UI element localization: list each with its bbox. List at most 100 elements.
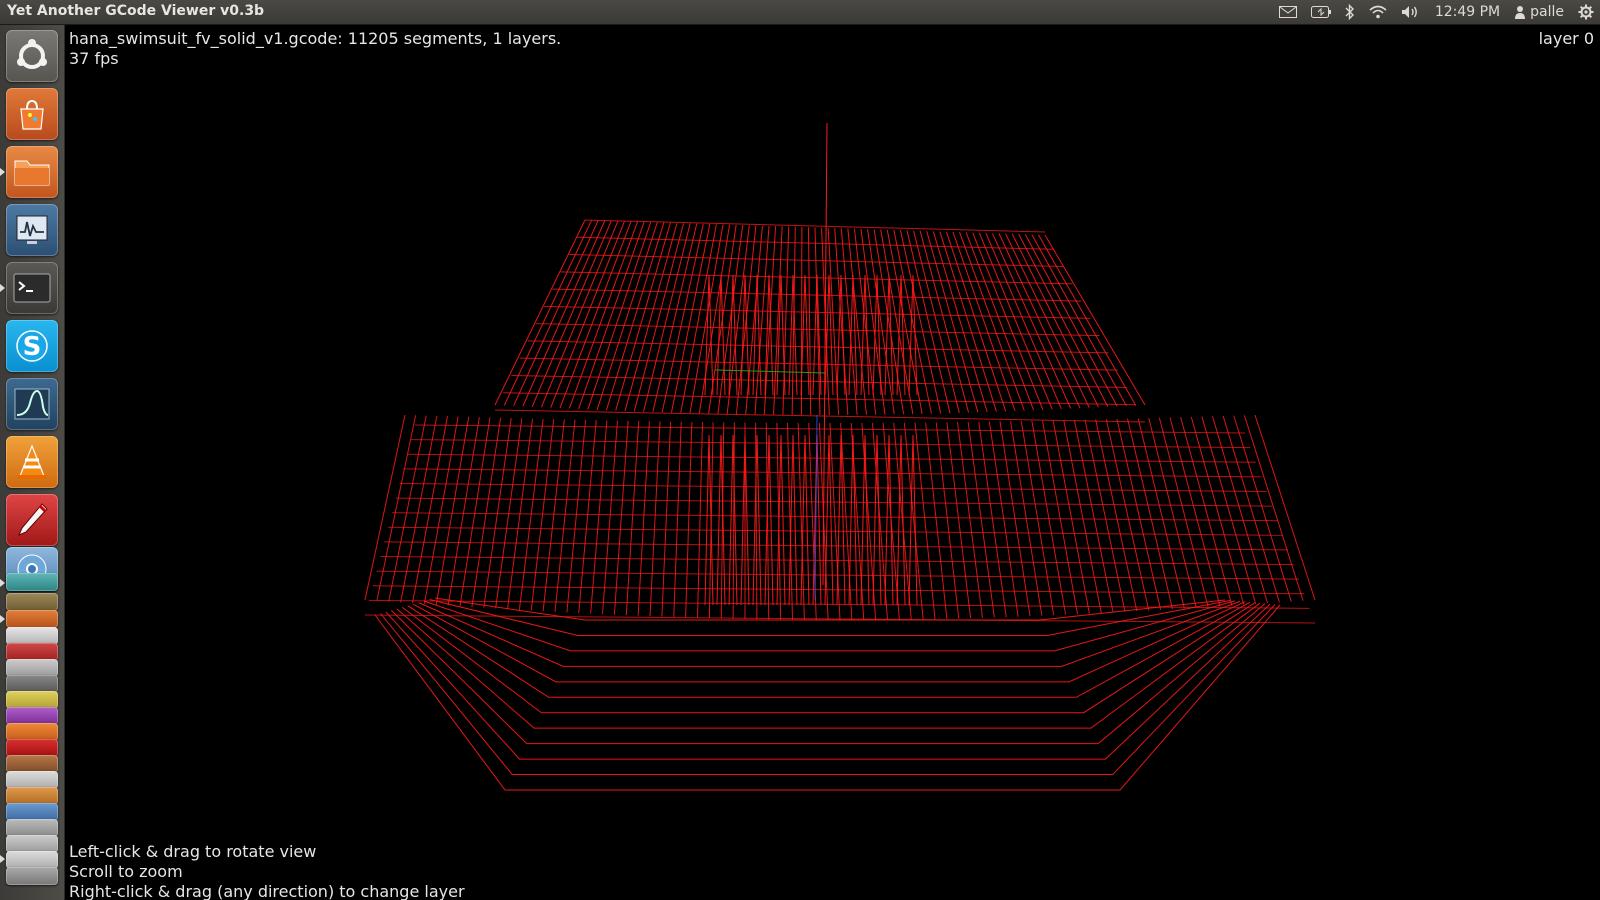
- app-icon[interactable]: [6, 867, 58, 885]
- toolpath-segment: [605, 222, 665, 411]
- toolpath-segment: [530, 419, 555, 611]
- toolpath-segment: [704, 434, 714, 606]
- gcode-viewport[interactable]: hana_swimsuit_fv_solid_v1.gcode: 11205 s…: [65, 25, 1600, 900]
- volume-icon[interactable]: [1401, 0, 1421, 24]
- status-overlay: hana_swimsuit_fv_solid_v1.gcode: 11205 s…: [69, 29, 561, 69]
- toolpath-segment: [503, 220, 593, 406]
- toolpath-segment: [652, 223, 698, 413]
- toolpath-render[interactable]: [65, 25, 1600, 900]
- toolpath-segment: [752, 274, 762, 396]
- toolpath-segment: [566, 419, 587, 613]
- terminal-icon[interactable]: [6, 262, 58, 314]
- vlc-icon[interactable]: [6, 436, 58, 488]
- arduino-icon[interactable]: [6, 573, 58, 591]
- toolpath-segment: [860, 434, 870, 606]
- toolpath-segment: [782, 226, 790, 415]
- toolpath-segment: [1018, 233, 1109, 408]
- running-indicator: [0, 615, 5, 623]
- running-indicator: [0, 284, 5, 292]
- bluetooth-icon[interactable]: [1345, 0, 1355, 24]
- mail-icon[interactable]: [1278, 0, 1297, 24]
- toolpath-segment: [1116, 418, 1162, 610]
- toolpath-segment: [978, 232, 1053, 410]
- toolpath-segment: [967, 421, 995, 618]
- toolpath-segment: [542, 419, 565, 612]
- running-indicator: [0, 168, 5, 176]
- toolpath-segment: [925, 422, 948, 619]
- toolpath-segment: [578, 221, 645, 410]
- toolpath-segment: [1222, 415, 1280, 603]
- toolpath-segment: [800, 434, 810, 606]
- toolpath-segment: [531, 220, 612, 407]
- pen-icon[interactable]: [6, 494, 58, 546]
- running-indicator: [0, 579, 5, 587]
- toolpath-segment: [787, 422, 793, 620]
- toolpath-segment: [578, 420, 597, 614]
- wifi-icon[interactable]: [1369, 0, 1387, 24]
- toolpath-segment: [946, 422, 972, 619]
- toolpath-segment: [1005, 233, 1090, 408]
- toolpath-segment: [1052, 420, 1090, 614]
- toolpath-segment: [1037, 234, 1137, 406]
- toolpath-segment: [673, 421, 682, 618]
- user-menu[interactable]: palle: [1514, 0, 1564, 24]
- toolpath-segment: [985, 232, 1062, 410]
- toolpath-segment: [637, 421, 650, 616]
- toolpath-segment: [716, 434, 726, 606]
- toolpath-segment: [1233, 415, 1292, 602]
- toolpath-segment: [412, 601, 1246, 683]
- toolpath-segment: [978, 421, 1007, 618]
- toolpath-segment: [1212, 416, 1268, 604]
- svg-text:S: S: [23, 332, 42, 362]
- toolpath-segment: [680, 224, 717, 413]
- scope-icon[interactable]: [6, 378, 58, 430]
- toolpath-segment: [988, 421, 1019, 617]
- toolpath-segment: [1243, 415, 1304, 601]
- toolpath-segment: [391, 603, 1266, 745]
- skype-icon[interactable]: S: [6, 320, 58, 372]
- toolpath-segment: [1063, 420, 1102, 614]
- toolpath-segment: [896, 434, 906, 606]
- toolpath-segment: [513, 220, 599, 407]
- toolpath-segment: [376, 415, 417, 601]
- toolpath-segment: [776, 434, 786, 606]
- system-monitor-icon[interactable]: [6, 204, 58, 256]
- toolpath-segment: [1201, 416, 1257, 605]
- file-status: hana_swimsuit_fv_solid_v1.gcode: 11205 s…: [69, 29, 562, 48]
- app-icon[interactable]: [6, 593, 58, 611]
- battery-icon[interactable]: [1310, 0, 1331, 24]
- help-zoom: Scroll to zoom: [69, 862, 183, 881]
- dash-icon[interactable]: [6, 30, 58, 82]
- window-title: Yet Another GCode Viewer v0.3b: [7, 3, 265, 19]
- clock[interactable]: 12:49 PM: [1435, 4, 1500, 20]
- toolpath-segment: [423, 600, 1236, 652]
- toolpath-segment: [919, 230, 970, 413]
- toolpath-segment: [840, 422, 853, 621]
- files-icon[interactable]: [6, 146, 58, 198]
- user-icon: [1515, 6, 1526, 19]
- toolpath-segment: [554, 419, 576, 612]
- toolpath-segment: [429, 599, 1231, 636]
- toolpath-segment: [1011, 233, 1100, 408]
- help-layer: Right-click & drag (any direction) to ch…: [69, 882, 465, 900]
- app-icon[interactable]: [6, 610, 58, 628]
- toolpath-segment: [773, 226, 783, 415]
- toolpath-segment: [1190, 416, 1245, 605]
- toolpath-segment: [908, 434, 918, 606]
- toolpath-segment: [400, 415, 438, 603]
- toolpath-segment: [906, 230, 951, 414]
- toolpath-segment: [613, 420, 629, 615]
- toolpath-segment: [1044, 234, 1146, 406]
- toolpath-segment: [587, 221, 652, 410]
- toolpath-segment: [550, 221, 625, 408]
- toolpath-segment: [914, 422, 936, 620]
- gear-icon[interactable]: [1578, 0, 1594, 24]
- toolpath-segment: [633, 223, 685, 412]
- toolpath-segment: [763, 226, 777, 415]
- toolpath-segment: [471, 417, 502, 607]
- toolpath-segment: [388, 415, 427, 602]
- toolpath-segment: [1084, 419, 1126, 612]
- toolpath-segment: [1031, 234, 1127, 407]
- software-center-icon[interactable]: [6, 88, 58, 140]
- layer-indicator: layer 0: [1538, 29, 1594, 48]
